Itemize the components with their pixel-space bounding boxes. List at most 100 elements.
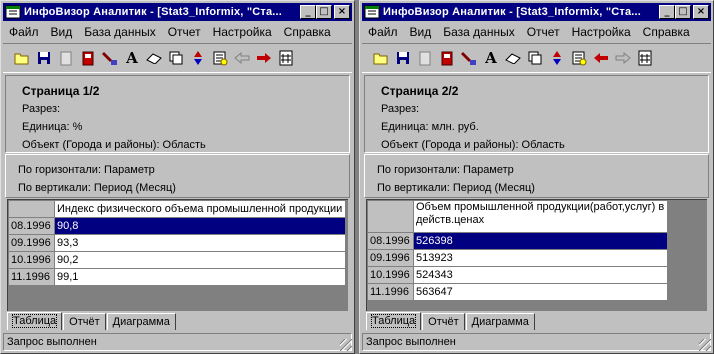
row-header[interactable]: 08.1996 [8,217,55,235]
save-icon[interactable] [33,47,55,69]
table-row[interactable]: 08.1996 526398 [367,232,668,250]
column-header[interactable]: Объем промышленной продукции(работ,услуг… [413,200,668,233]
menu-database[interactable]: База данных [437,25,520,39]
status-bar: Запрос выполнен [3,333,352,351]
grid-cell[interactable]: 90,2 [54,251,346,269]
resize-grip[interactable] [340,339,352,351]
title-bar[interactable]: ИнфоВизор Аналитик - [Stat3_Informix, "С… [3,3,352,21]
eraser-icon[interactable] [502,47,524,69]
vertical-axis-label: По вертикали: Период (Месяц) [18,182,176,194]
grid-cell[interactable]: 93,3 [54,234,346,252]
open-folder-icon[interactable] [11,47,33,69]
back-arrow-icon[interactable] [590,47,612,69]
copy-icon[interactable] [165,47,187,69]
window-page-1: ИнфоВизор Аналитик - [Stat3_Informix, "С… [0,0,355,354]
tab-chart[interactable]: Диаграмма [465,313,535,330]
tab-label: Отчёт [428,316,459,328]
grid-cell[interactable]: 90,8 [54,217,346,235]
back-arrow-icon[interactable] [231,47,253,69]
minimize-button[interactable]: _ [300,5,316,19]
tab-report[interactable]: Отчёт [63,313,106,330]
menu-help[interactable]: Справка [637,25,696,39]
column-header[interactable]: Индекс физического объема промышленной п… [54,200,346,218]
tab-label: Отчёт [69,316,100,328]
close-button[interactable]: × [693,5,709,19]
tab-table[interactable]: Таблица [366,312,422,330]
row-header[interactable]: 11.1996 [8,268,55,286]
grid-cell[interactable]: 513923 [413,249,668,267]
forward-arrow-icon[interactable] [253,47,275,69]
pivot-icon[interactable] [634,47,656,69]
menu-file[interactable]: Файл [3,25,45,39]
tab-table[interactable]: Таблица [7,312,63,330]
resize-grip[interactable] [699,339,711,351]
table-row[interactable]: 09.1996 513923 [367,249,668,267]
vertical-axis-label: По вертикали: Период (Месяц) [377,182,535,194]
grid-corner[interactable] [8,200,55,218]
maximize-button[interactable]: □ [316,5,332,19]
forward-arrow-icon[interactable] [612,47,634,69]
data-grid[interactable]: Объем промышленной продукции(работ,услуг… [366,199,707,311]
copy-icon[interactable] [524,47,546,69]
document-icon[interactable] [55,47,77,69]
menu-report[interactable]: Отчет [521,25,566,39]
properties-icon[interactable] [568,47,590,69]
table-row[interactable]: 11.1996 563647 [367,283,668,301]
title-bar[interactable]: ИнфоВизор Аналитик - [Stat3_Informix, "С… [362,3,711,21]
menu-settings[interactable]: Настройка [207,25,278,39]
document-icon[interactable] [414,47,436,69]
window-title: ИнфоВизор Аналитик - [Stat3_Informix, "С… [24,6,283,18]
table-row[interactable]: 10.1996 90,2 [8,251,346,269]
table-row[interactable]: 11.1996 99,1 [8,268,346,286]
open-folder-icon[interactable] [370,47,392,69]
row-header[interactable]: 10.1996 [8,251,55,269]
row-header[interactable]: 09.1996 [8,234,55,252]
menu-settings[interactable]: Настройка [566,25,637,39]
row-header[interactable]: 10.1996 [367,266,414,284]
pivot-icon[interactable] [275,47,297,69]
database-icon[interactable] [436,47,458,69]
filter-icon[interactable] [99,47,121,69]
tab-label: Таблица [11,314,58,328]
status-bar: Запрос выполнен [362,333,711,351]
grid-cell[interactable]: 563647 [413,283,668,301]
section-label: Разрез: [22,103,61,115]
section-label: Разрез: [381,103,420,115]
tab-label: Диаграмма [471,316,529,328]
grid-corner[interactable] [367,200,414,233]
filter-icon[interactable] [458,47,480,69]
properties-icon[interactable] [209,47,231,69]
menu-view[interactable]: Вид [45,25,79,39]
save-icon[interactable] [392,47,414,69]
tab-label: Таблица [370,314,417,328]
page-indicator: Страница 2/2 [381,84,459,98]
table-row[interactable]: 08.1996 90,8 [8,217,346,235]
tab-chart[interactable]: Диаграмма [106,313,176,330]
table-row[interactable]: 09.1996 93,3 [8,234,346,252]
eraser-icon[interactable] [143,47,165,69]
database-icon[interactable] [77,47,99,69]
menu-file[interactable]: Файл [362,25,404,39]
grid-cell[interactable]: 524343 [413,266,668,284]
axes-panel: По горизонтали: Параметр По вертикали: П… [5,154,350,198]
maximize-button[interactable]: □ [675,5,691,19]
sort-icon[interactable] [546,47,568,69]
axes-panel: По горизонтали: Параметр По вертикали: П… [364,154,709,198]
font-icon[interactable]: A [121,47,143,69]
tab-report[interactable]: Отчёт [422,313,465,330]
table-row[interactable]: 10.1996 524343 [367,266,668,284]
row-header[interactable]: 11.1996 [367,283,414,301]
menu-view[interactable]: Вид [404,25,438,39]
row-header[interactable]: 09.1996 [367,249,414,267]
sort-icon[interactable] [187,47,209,69]
grid-cell[interactable]: 526398 [413,232,668,250]
minimize-button[interactable]: _ [659,5,675,19]
grid-cell[interactable]: 99,1 [54,268,346,286]
data-grid[interactable]: Индекс физического объема промышленной п… [7,199,348,311]
menu-report[interactable]: Отчет [162,25,207,39]
row-header[interactable]: 08.1996 [367,232,414,250]
menu-help[interactable]: Справка [278,25,337,39]
font-icon[interactable]: A [480,47,502,69]
menu-database[interactable]: База данных [78,25,161,39]
close-button[interactable]: × [334,5,350,19]
